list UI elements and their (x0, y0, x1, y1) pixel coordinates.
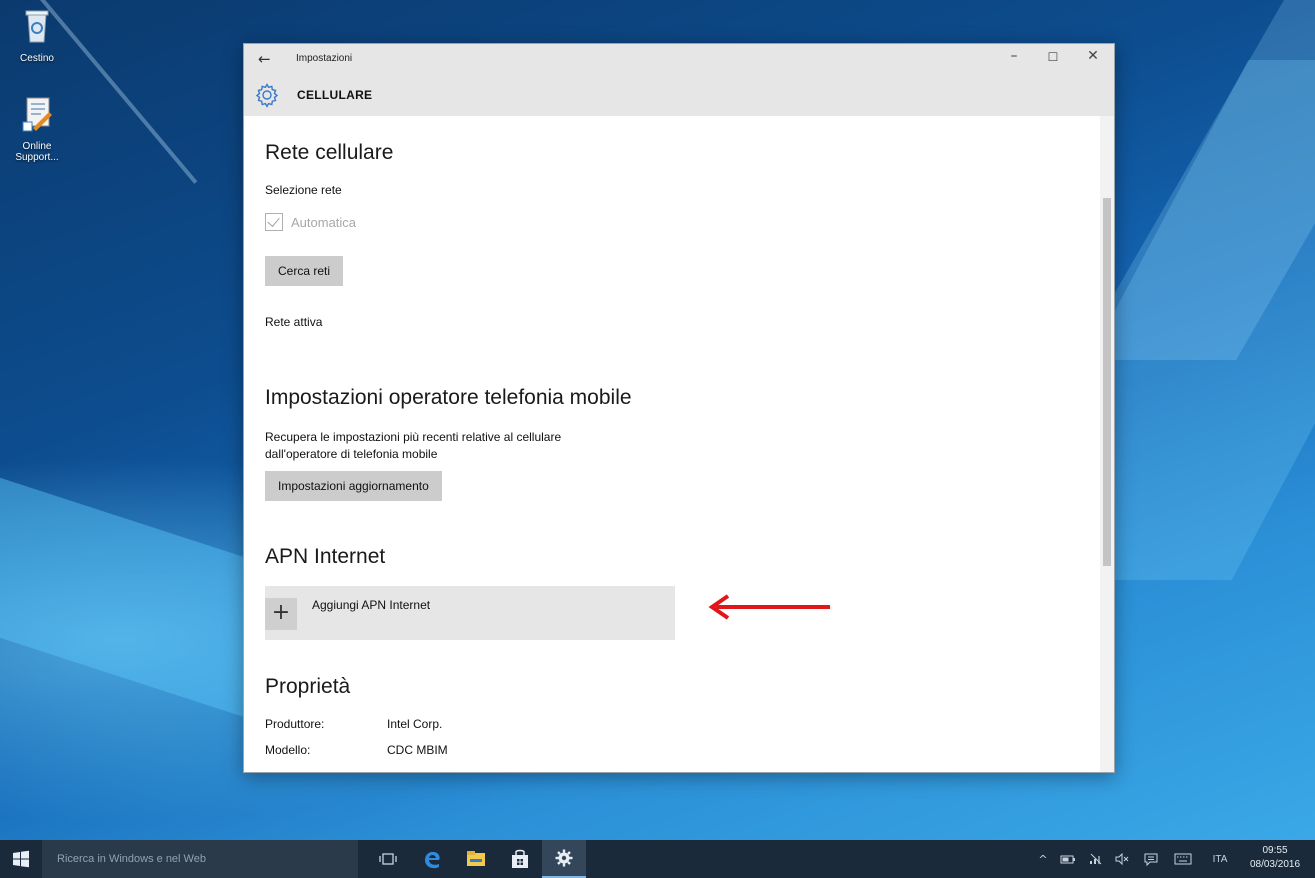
battery-icon[interactable] (1056, 840, 1080, 878)
vertical-scrollbar[interactable] (1100, 116, 1114, 772)
title-bar: ← Impostazioni – ☐ ✕ CELLULARE (244, 44, 1114, 116)
add-apn-label: Aggiungi APN Internet (312, 598, 431, 612)
gear-icon (255, 83, 279, 108)
desktop-icon-label: Online Support... (15, 141, 59, 163)
page-heading: CELLULARE (297, 88, 373, 102)
settings-window: ← Impostazioni – ☐ ✕ CELLULARE Rete cell… (243, 43, 1115, 773)
taskbar-clock[interactable]: 09:55 08/03/2016 (1240, 844, 1310, 872)
task-view-icon (379, 853, 397, 865)
taskbar: Ricerca in Windows e nel Web ^ ITA 09:55… (0, 840, 1315, 878)
signal-bars-icon (1090, 853, 1102, 865)
close-button[interactable]: ✕ (1078, 48, 1108, 64)
action-center-icon[interactable] (1138, 840, 1164, 878)
edge-browser-icon (425, 851, 440, 869)
property-value: CDC MBIM (387, 743, 448, 757)
taskbar-file-explorer[interactable] (454, 840, 498, 878)
search-networks-button[interactable]: Cerca reti (265, 256, 344, 286)
taskbar-search-input[interactable]: Ricerca in Windows e nel Web (42, 840, 358, 878)
speaker-muted-icon (1115, 853, 1129, 865)
annotation-arrow-icon (708, 594, 830, 620)
recycle-bin-icon (25, 10, 49, 43)
windows-start-icon[interactable] (10, 848, 32, 870)
network-selection-label: Selezione rete (265, 183, 342, 197)
back-arrow-icon[interactable]: ← (258, 50, 271, 68)
section-heading-apn: APN Internet (265, 545, 386, 568)
section-heading-properties: Proprietà (265, 675, 351, 698)
desktop-icon-label: Cestino (20, 53, 54, 64)
property-key: Produttore: (265, 717, 325, 731)
property-row: Produttore: Intel Corp. (265, 717, 442, 731)
section-heading-cellular-network: Rete cellulare (265, 141, 394, 164)
keyboard-icon (1174, 853, 1192, 865)
property-value: Intel Corp. (387, 717, 443, 731)
touch-keyboard-icon[interactable] (1168, 840, 1198, 878)
taskbar-edge-browser[interactable] (410, 840, 454, 878)
taskbar-settings-active[interactable] (542, 840, 586, 878)
desktop-icon-online-support[interactable]: Online Support... (2, 94, 72, 163)
battery-glyph-icon (1060, 855, 1075, 864)
window-title: Impostazioni (296, 53, 353, 64)
plus-icon: + (265, 598, 297, 630)
document-pen-icon (22, 97, 52, 132)
folder-icon (467, 851, 485, 866)
notification-icon (1144, 853, 1158, 866)
taskbar-store[interactable] (498, 840, 542, 878)
network-signal-icon[interactable] (1084, 840, 1108, 878)
clock-date: 08/03/2016 (1249, 859, 1301, 870)
settings-content: Rete cellulare Selezione rete Automatica… (244, 116, 1100, 772)
active-network-label: Rete attiva (265, 315, 323, 329)
update-settings-button[interactable]: Impostazioni aggiornamento (265, 471, 442, 501)
property-row: Modello: CDC MBIM (265, 743, 448, 757)
add-apn-button[interactable]: + Aggiungi APN Internet (265, 586, 675, 640)
automatic-checkbox-row[interactable]: Automatica (265, 213, 356, 231)
input-language-indicator[interactable]: ITA (1204, 840, 1236, 878)
show-hidden-icons-chevron[interactable]: ^ (1034, 840, 1052, 878)
task-view-button[interactable] (366, 840, 410, 878)
desktop-icon-recycle-bin[interactable]: Cestino (2, 6, 72, 64)
volume-muted-icon[interactable] (1110, 840, 1134, 878)
scrollbar-thumb[interactable] (1103, 198, 1111, 566)
automatic-checkbox-label: Automatica (291, 214, 357, 230)
gear-icon (555, 849, 573, 867)
operator-description-line1: Recupera le impostazioni più recenti rel… (265, 430, 562, 444)
automatic-checkbox[interactable] (265, 213, 283, 231)
section-heading-operator-settings: Impostazioni operatore telefonia mobile (265, 386, 632, 409)
minimize-button[interactable]: – (999, 48, 1029, 64)
property-key: Modello: (265, 743, 311, 757)
maximize-button[interactable]: ☐ (1038, 50, 1068, 64)
clock-time: 09:55 (1262, 845, 1288, 856)
store-bag-icon (512, 849, 528, 868)
operator-description-line2: dall'operatore di telefonia mobile (265, 447, 438, 461)
